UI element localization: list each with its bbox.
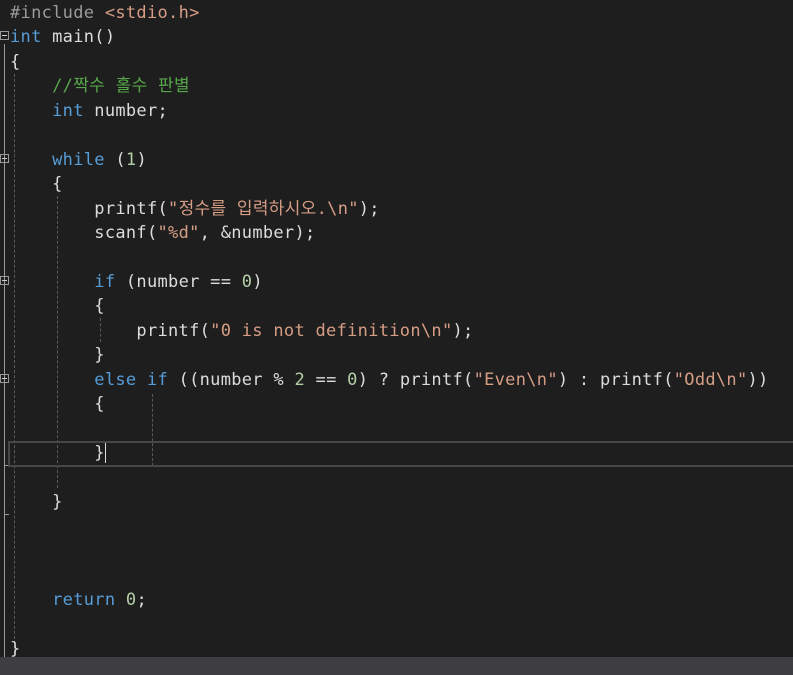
code-token: , &number); (199, 223, 316, 244)
code-line: else if ((number % 2 == 0) ? printf("Eve… (10, 368, 769, 392)
code-token: ; (136, 589, 147, 610)
code-line: { (10, 50, 21, 74)
current-line-highlight (8, 441, 793, 467)
code-line: while (1) (10, 148, 147, 172)
code-token: ) (252, 271, 263, 292)
code-token: (number == (115, 271, 242, 292)
code-line: } (10, 343, 105, 367)
code-line: scanf("%d", &number); (10, 221, 316, 245)
collapse-else-icon[interactable] (0, 374, 9, 383)
code-token: 0 (347, 369, 358, 390)
code-token: } (10, 492, 63, 512)
code-editor[interactable]: #include <stdio.h> int main(){ //짝수 홀수 판별… (0, 0, 793, 659)
code-line: if (number == 0) (10, 270, 263, 294)
code-line: } (10, 441, 105, 465)
collapse-if-icon[interactable] (0, 276, 9, 285)
code-token: //짝수 홀수 판별 (52, 76, 190, 97)
code-line: int main() (10, 25, 115, 49)
code-line: //짝수 홀수 판별 (10, 74, 190, 98)
code-token: scanf( (10, 223, 158, 244)
code-line: printf("정수를 입력하시오.\n"); (10, 197, 380, 221)
code-line: return 0; (10, 588, 147, 612)
collapse-main-icon[interactable] (0, 31, 9, 40)
code-token: printf( (10, 198, 169, 219)
code-token: "Even\n" (473, 369, 558, 390)
code-token: "0 is not definition\n" (210, 320, 453, 341)
code-token: )) (747, 369, 769, 390)
code-token: "%d" (157, 223, 200, 244)
code-token: } (10, 443, 105, 464)
code-line: printf("0 is not definition\n"); (10, 319, 474, 343)
code-token: main() (41, 27, 116, 48)
code-token: int (10, 27, 42, 48)
code-token: ) : printf( (557, 369, 674, 390)
code-token: 2 (294, 369, 305, 390)
code-token: "Odd\n" (673, 369, 748, 390)
code-line: { (10, 294, 105, 318)
code-token: printf( (10, 320, 211, 341)
code-token: { (10, 296, 105, 317)
code-line: #include <stdio.h> (10, 1, 200, 25)
code-token: ((number % (168, 369, 295, 390)
collapse-while-icon[interactable] (0, 154, 9, 163)
code-line: { (10, 172, 63, 196)
code-token: if (94, 271, 116, 292)
code-token: number; (83, 100, 169, 121)
code-token: "정수를 입력하시오.\n" (168, 198, 359, 219)
code-token: ); (358, 198, 380, 219)
code-token: ( (104, 149, 126, 170)
code-line: { (10, 392, 105, 416)
text-caret (105, 443, 106, 463)
code-token: int (52, 100, 84, 121)
horizontal-scrollbar[interactable] (0, 657, 793, 675)
code-token: } (10, 345, 105, 366)
code-token: 1 (125, 149, 137, 170)
code-token: ) (136, 149, 147, 170)
code-token: { (10, 394, 105, 415)
code-token: ) ? printf( (357, 369, 474, 390)
code-token: #include (10, 3, 105, 23)
code-token: else if (94, 369, 169, 390)
code-token: 0 (125, 589, 137, 610)
outline-end (4, 514, 9, 515)
code-token: ); (452, 320, 474, 341)
code-token: <stdio.h> (104, 3, 200, 23)
code-token: { (10, 174, 63, 195)
code-token: { (10, 51, 21, 72)
code-token: return (52, 589, 116, 610)
code-line: } (10, 490, 63, 514)
code-token: while (52, 149, 105, 170)
code-line: int number; (10, 99, 168, 123)
code-token: == (305, 369, 348, 390)
code-token: 0 (241, 271, 253, 292)
outline-bar (4, 44, 5, 657)
code-token: } (10, 638, 21, 659)
